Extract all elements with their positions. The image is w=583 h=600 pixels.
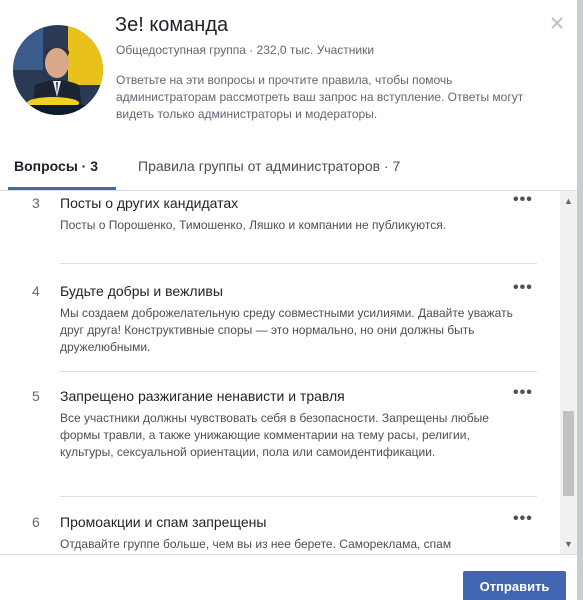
rule-title: Будьте добры и вежливы bbox=[60, 283, 223, 299]
more-options-icon[interactable]: ••• bbox=[513, 191, 533, 209]
rule-body: Посты о Порошенко, Тимошенко, Ляшко и ко… bbox=[60, 218, 447, 232]
more-options-icon[interactable]: ••• bbox=[513, 510, 533, 528]
rule-title: Промоакции и спам запрещены bbox=[60, 514, 267, 530]
more-options-icon[interactable]: ••• bbox=[513, 279, 533, 297]
rule-number: 4 bbox=[32, 283, 40, 299]
submit-button[interactable]: Отправить bbox=[463, 571, 566, 600]
dialog-footer: Отправить bbox=[0, 554, 577, 600]
rule-title: Запрещено разжигание ненависти и травля bbox=[60, 388, 345, 404]
group-subtitle: Общедоступная группа · 232,0 тыс. Участн… bbox=[116, 43, 375, 57]
group-avatar bbox=[13, 25, 103, 115]
active-tab-indicator bbox=[8, 187, 116, 190]
join-questions-dialog: Зе! команда Общедоступная группа · 232,0… bbox=[0, 0, 577, 600]
group-title[interactable]: Зе! команда bbox=[115, 14, 228, 37]
rule-divider bbox=[60, 263, 537, 264]
rules-list: 3 Посты о других кандидатах Посты о Поро… bbox=[0, 191, 560, 554]
scroll-down-icon[interactable]: ▼ bbox=[564, 539, 573, 549]
rule-divider bbox=[60, 496, 537, 497]
rules-scrollbar[interactable]: ▲ ▼ bbox=[560, 191, 577, 554]
rule-number: 3 bbox=[32, 195, 40, 211]
scroll-up-icon[interactable]: ▲ bbox=[564, 196, 573, 206]
rule-body: Отдавайте группе больше, чем вы из нее б… bbox=[60, 537, 452, 551]
group-avatar-image bbox=[13, 25, 103, 115]
rule-number: 6 bbox=[32, 514, 40, 530]
close-icon-glyph bbox=[551, 17, 563, 29]
scrollbar-thumb[interactable] bbox=[563, 411, 574, 496]
rule-number: 5 bbox=[32, 388, 40, 404]
tab-questions[interactable]: Вопросы · 3 bbox=[14, 158, 98, 174]
dialog-description: Ответьте на эти вопросы и прочтите прави… bbox=[116, 73, 524, 121]
rule-body: Мы создаем доброжелательную среду совмес… bbox=[60, 306, 513, 354]
more-options-icon[interactable]: ••• bbox=[513, 384, 533, 402]
tab-group-rules[interactable]: Правила группы от администраторов · 7 bbox=[138, 158, 400, 174]
dialog-header: Зе! команда Общедоступная группа · 232,0… bbox=[0, 0, 577, 150]
rule-title: Посты о других кандидатах bbox=[60, 195, 239, 211]
page-background-edge bbox=[577, 0, 583, 600]
close-icon[interactable] bbox=[548, 14, 566, 32]
rule-body: Все участники должны чувствовать себя в … bbox=[60, 411, 489, 459]
rule-divider bbox=[60, 371, 537, 372]
tab-bar: Вопросы · 3 Правила группы от администра… bbox=[0, 150, 577, 191]
